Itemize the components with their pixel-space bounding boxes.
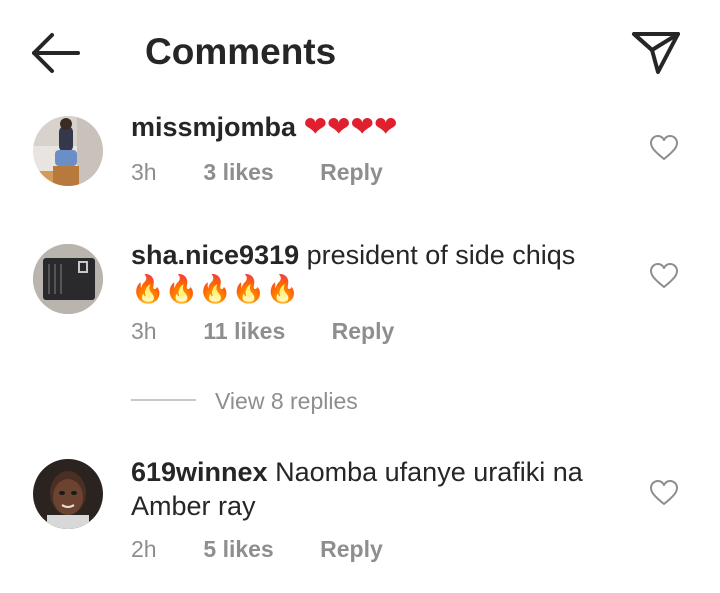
page-title: Comments	[145, 31, 337, 72]
heart-icon[interactable]	[650, 263, 678, 289]
avatar[interactable]	[33, 459, 103, 529]
comment-text: sha.nice9319 president of side chiqs 🔥🔥🔥…	[131, 238, 621, 307]
reply-button[interactable]: Reply	[320, 157, 383, 187]
comment-likes[interactable]: 11 likes	[203, 316, 285, 346]
comment-meta: 3h 11 likes Reply	[131, 316, 394, 346]
comment-text: missmjomba ❤❤❤❤	[131, 110, 621, 144]
comment-body: president of side chiqs	[306, 240, 576, 270]
comment-likes[interactable]: 5 likes	[203, 534, 273, 564]
comment-likes[interactable]: 3 likes	[203, 157, 273, 187]
comment-time: 2h	[131, 536, 157, 562]
comments-header: Comments	[0, 0, 720, 100]
reply-button[interactable]: Reply	[332, 316, 395, 346]
comment-item: missmjomba ❤❤❤❤ 3h 3 likes Reply	[0, 110, 720, 210]
comment-meta: 3h 3 likes Reply	[131, 157, 383, 187]
view-replies-label[interactable]: View 8 replies	[215, 385, 358, 417]
back-arrow-icon[interactable]	[30, 32, 82, 74]
heart-icon[interactable]	[650, 480, 678, 506]
comment-username[interactable]: sha.nice9319	[131, 240, 299, 270]
heart-icon[interactable]	[650, 135, 678, 161]
avatar[interactable]	[33, 116, 103, 186]
comment-username[interactable]: 619winnex	[131, 457, 268, 487]
avatar[interactable]	[33, 244, 103, 314]
comment-text: 619winnex Naomba ufanye urafiki na Amber…	[131, 455, 621, 523]
reply-button[interactable]: Reply	[320, 534, 383, 564]
comment-time: 3h	[131, 159, 157, 185]
comment-emoji: 🔥🔥🔥🔥🔥	[131, 274, 300, 305]
comment-time: 3h	[131, 318, 157, 344]
comment-item: sha.nice9319 president of side chiqs 🔥🔥🔥…	[0, 238, 720, 358]
comment-emoji: ❤❤❤❤	[303, 110, 398, 143]
comment-username[interactable]: missmjomba	[131, 112, 296, 142]
comment-item: 619winnex Naomba ufanye urafiki na Amber…	[0, 455, 720, 575]
paper-plane-icon[interactable]	[630, 30, 682, 76]
replies-divider	[131, 399, 196, 401]
comment-meta: 2h 5 likes Reply	[131, 534, 383, 564]
